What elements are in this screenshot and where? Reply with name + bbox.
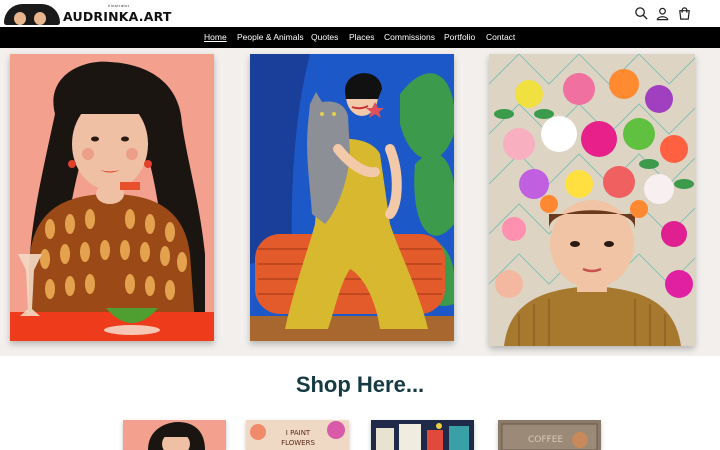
product-thumbnail-woman-portrait[interactable] — [123, 420, 226, 450]
brand-tagline: illustrator — [108, 3, 130, 8]
brand-name: AUDRINKA.ART — [63, 9, 172, 24]
shop-section-title: Shop Here... — [295, 372, 425, 397]
nav-item-quotes[interactable]: Quotes — [311, 32, 338, 42]
brand-logo[interactable]: illustrator AUDRINKA.ART — [4, 2, 171, 25]
nav-item-portfolio[interactable]: Portfolio — [444, 32, 475, 42]
nav-item-contact[interactable]: Contact — [486, 32, 515, 42]
nav-item-people-animals[interactable]: People & Animals — [237, 32, 304, 42]
nav-item-commissions[interactable]: Commissions — [384, 32, 435, 42]
woman-with-cocktail-painting[interactable] — [10, 54, 214, 341]
logo-hair-graphic — [4, 4, 60, 25]
cart-icon[interactable] — [677, 6, 692, 21]
user-icon[interactable] — [655, 6, 670, 21]
svg-text:COFFEE: COFFEE — [528, 435, 563, 445]
svg-text:I PAINT: I PAINT — [286, 429, 311, 437]
main-nav: Home People & Animals Quotes Places Comm… — [0, 27, 720, 48]
hero-gallery — [0, 48, 720, 356]
search-icon[interactable] — [634, 6, 649, 21]
product-thumbnail-coffee-quote[interactable]: COFFEE — [498, 420, 601, 450]
woman-with-cat-painting[interactable] — [250, 54, 454, 341]
nav-item-home[interactable]: Home — [204, 32, 227, 42]
woman-with-flower-crown-painting[interactable] — [489, 54, 695, 346]
product-thumbnail-i-paint-flowers[interactable]: I PAINT FLOWERS — [246, 420, 349, 450]
site-header: illustrator AUDRINKA.ART — [0, 0, 720, 27]
nav-item-places[interactable]: Places — [349, 32, 375, 42]
svg-text:FLOWERS: FLOWERS — [281, 439, 315, 447]
product-thumbnail-city-houses[interactable] — [371, 420, 474, 450]
